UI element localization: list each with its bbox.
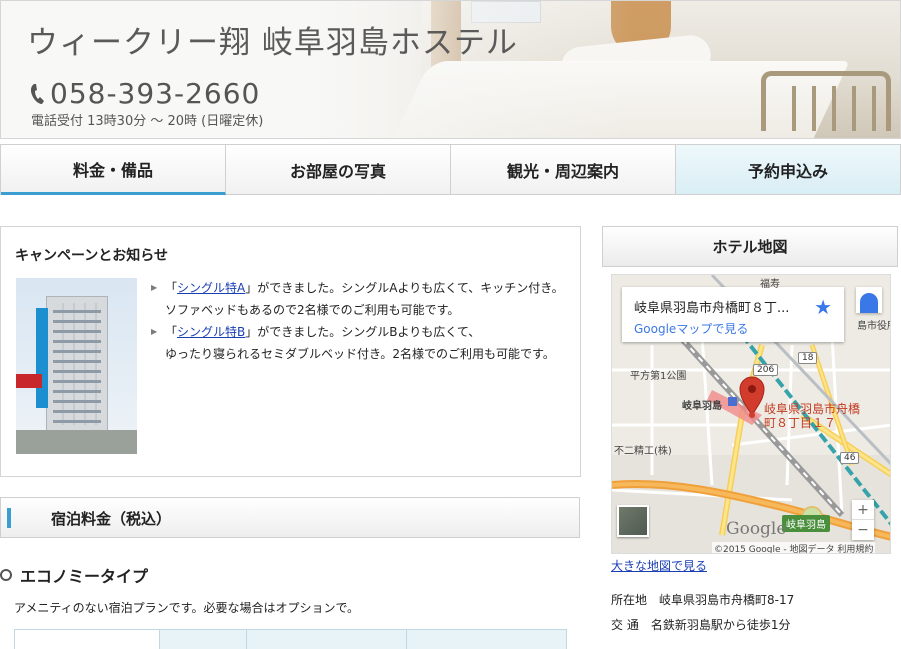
table-cell [407,630,566,649]
access-value: 名鉄新羽島駅から徒歩1分 [650,618,791,632]
phone-icon [30,83,44,104]
campaign-list: 「シングル特A」ができました。シングルAよりも広くて、キッチン付き。 ソファベッ… [151,277,564,365]
campaign-item: 「シングル特B」ができました。シングルBよりも広くて、 [151,321,564,343]
open-google-maps-link[interactable]: Googleマップで見る [634,320,748,337]
hotel-map-heading: ホテル地図 [602,226,898,267]
photo-red-element [16,374,42,388]
tab-room-photos[interactable]: お部屋の写真 [226,145,451,195]
access-label: 交 通 [611,618,639,632]
phone-number[interactable]: 058-393-2660 [50,77,260,110]
pin-address-label: 岐阜県羽島市舟橋 町８丁目１７ [764,402,860,430]
tab-reservation[interactable]: 予約申込み [676,145,900,195]
table-cell [15,630,160,649]
campaign-item-cont: ゆったり寝られるセミダブルベッド付き。2名様でのご利用も可能です。 [165,347,555,361]
route-shield: 46 [840,452,860,464]
station-label: 岐阜羽島 [682,401,722,412]
main-nav: 料金・備品 お部屋の写真 観光・周辺案内 予約申込み [0,144,901,195]
pin-address-line2: 町８丁目１７ [764,416,837,430]
circle-bullet-icon [0,569,12,581]
item1-bracket: 「 [165,281,178,295]
avatar-shape [860,293,878,313]
single-special-a-link[interactable]: シングル特A [177,281,245,295]
address-value: 岐阜県羽島市舟橋町8-17 [659,593,795,607]
tab-rates[interactable]: 料金・備品 [1,145,226,195]
campaign-box: キャンペーンとお知らせ 「シングル特A」ができました。シングルAよりも広くて、キ… [0,226,581,477]
address-label: 所在地 [611,593,648,607]
google-logo: Google [726,519,787,539]
item2-bracket: 「 [165,325,178,339]
single-special-b-link[interactable]: シングル特B [177,325,245,339]
google-map[interactable]: 岐阜県羽島市舟橋町８丁... Googleマップで見る ★ 島市役所前 福寿 平… [611,274,891,554]
factory-label: 不二精工(株) [614,446,672,457]
campaign-item: 「シングル特A」ができました。シングルAよりも広くて、キッチン付き。 [151,277,564,299]
economy-heading: エコノミータイプ [0,563,148,587]
zoom-out-button[interactable]: − [852,520,874,540]
access-row: 交 通名鉄新羽島駅から徒歩1分 [611,616,790,633]
station-badge: 岐阜羽島 [782,515,830,532]
site-header: ウィークリー翔 岐阜羽島ホステル 058-393-2660 電話受付 13時30… [0,0,901,139]
address-row: 所在地 岐阜県羽島市舟橋町8-17 [611,591,794,608]
user-avatar-icon[interactable] [856,287,882,313]
economy-title: エコノミータイプ [20,567,149,586]
map-copyright[interactable]: ©2015 Google - 地図データ 利用規約 [712,542,876,553]
large-map-link[interactable]: 大きな地図で見る [611,557,707,574]
zoom-in-button[interactable]: + [852,500,874,520]
table-cell [160,630,247,649]
save-star-icon[interactable]: ★ [814,295,832,319]
photo-tower [46,296,108,446]
rates-table [14,629,567,649]
route-shield: 206 [753,364,779,376]
reception-hours: 電話受付 13時30分 ～ 20時 (日曜定休) [31,114,264,129]
hotel-name: ウィークリー翔 岐阜羽島ホステル [27,25,518,61]
zoom-control: + − [852,500,874,540]
map-card-address: 岐阜県羽島市舟橋町８丁... [634,301,790,316]
item2-text: 」ができました。シングルBよりも広くて、 [245,325,481,339]
phone-row: 058-393-2660 [29,77,260,110]
photo-sign [36,308,48,408]
section-accent-bar [7,508,11,528]
photo-ground [16,430,137,454]
map-info-card: 岐阜県羽島市舟橋町８丁... Googleマップで見る ★ [622,287,844,342]
park-label: 平方第1公園 [630,371,687,382]
fukuju-label: 福寿 [760,279,780,290]
tab-sightseeing[interactable]: 観光・周辺案内 [451,145,676,195]
pin-address-line1: 岐阜県羽島市舟橋 [764,402,861,416]
route-shield: 18 [798,352,818,364]
item1-text: 」ができました。シングルAよりも広くて、キッチン付き。 [245,281,564,295]
campaign-item-cont: ソファベッドもあるので2名様でのご利用も可能です。 [165,303,460,317]
hotel-building-photo [16,278,137,454]
city-office-label: 島市役所前 [857,321,890,332]
campaign-title: キャンペーンとお知らせ [15,248,169,264]
rates-section-header: 宿泊料金（税込） [0,497,580,538]
table-cell [247,630,407,649]
satellite-toggle[interactable] [617,505,649,537]
economy-description: アメニティのない宿泊プランです。必要な場合はオプションで。 [14,601,360,615]
rates-section-title: 宿泊料金（税込） [51,510,172,528]
